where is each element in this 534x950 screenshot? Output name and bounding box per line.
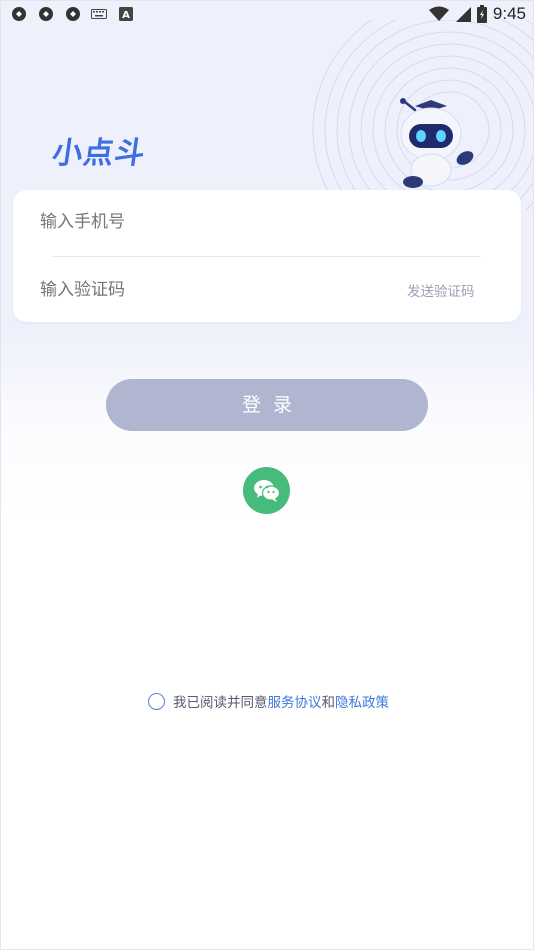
clock: 9:45: [492, 4, 526, 23]
wifi-icon: [428, 6, 449, 21]
status-right-group: 9:45: [428, 2, 526, 26]
status-bar: A 9:45: [0, 0, 534, 28]
app-logo-text: 小点斗: [50, 136, 148, 171]
service-agreement-link[interactable]: 服务协议: [268, 691, 322, 711]
sync-icon: [64, 5, 82, 23]
verification-code-input[interactable]: [40, 280, 370, 300]
sync-icon: [37, 5, 55, 23]
privacy-policy-link[interactable]: 隐私政策: [335, 691, 389, 711]
keyboard-icon: [91, 5, 107, 23]
svg-text:A: A: [122, 10, 130, 21]
login-button-label: 登录: [241, 394, 304, 416]
login-button[interactable]: 登录: [106, 379, 428, 431]
robot-mascot-illustration: [400, 98, 474, 188]
a-icon: A: [119, 5, 133, 23]
wechat-login-button[interactable]: [243, 467, 290, 514]
battery-icon: [476, 5, 487, 23]
phone-input[interactable]: [40, 212, 468, 232]
field-divider: [53, 256, 481, 257]
signal-icon: [455, 7, 471, 22]
wechat-icon: [253, 479, 280, 502]
login-form-card: 发送验证码: [13, 190, 521, 322]
agreement-checkbox[interactable]: [148, 692, 165, 710]
send-code-button[interactable]: 发送验证码: [407, 280, 475, 300]
agreement-conjunction: 和: [321, 695, 336, 711]
agreement-prefix: 我已阅读并同意: [173, 695, 268, 711]
agreement-row: 我已阅读并同意 服务协议 和 隐私政策: [148, 691, 389, 711]
sync-icon: [10, 5, 28, 23]
